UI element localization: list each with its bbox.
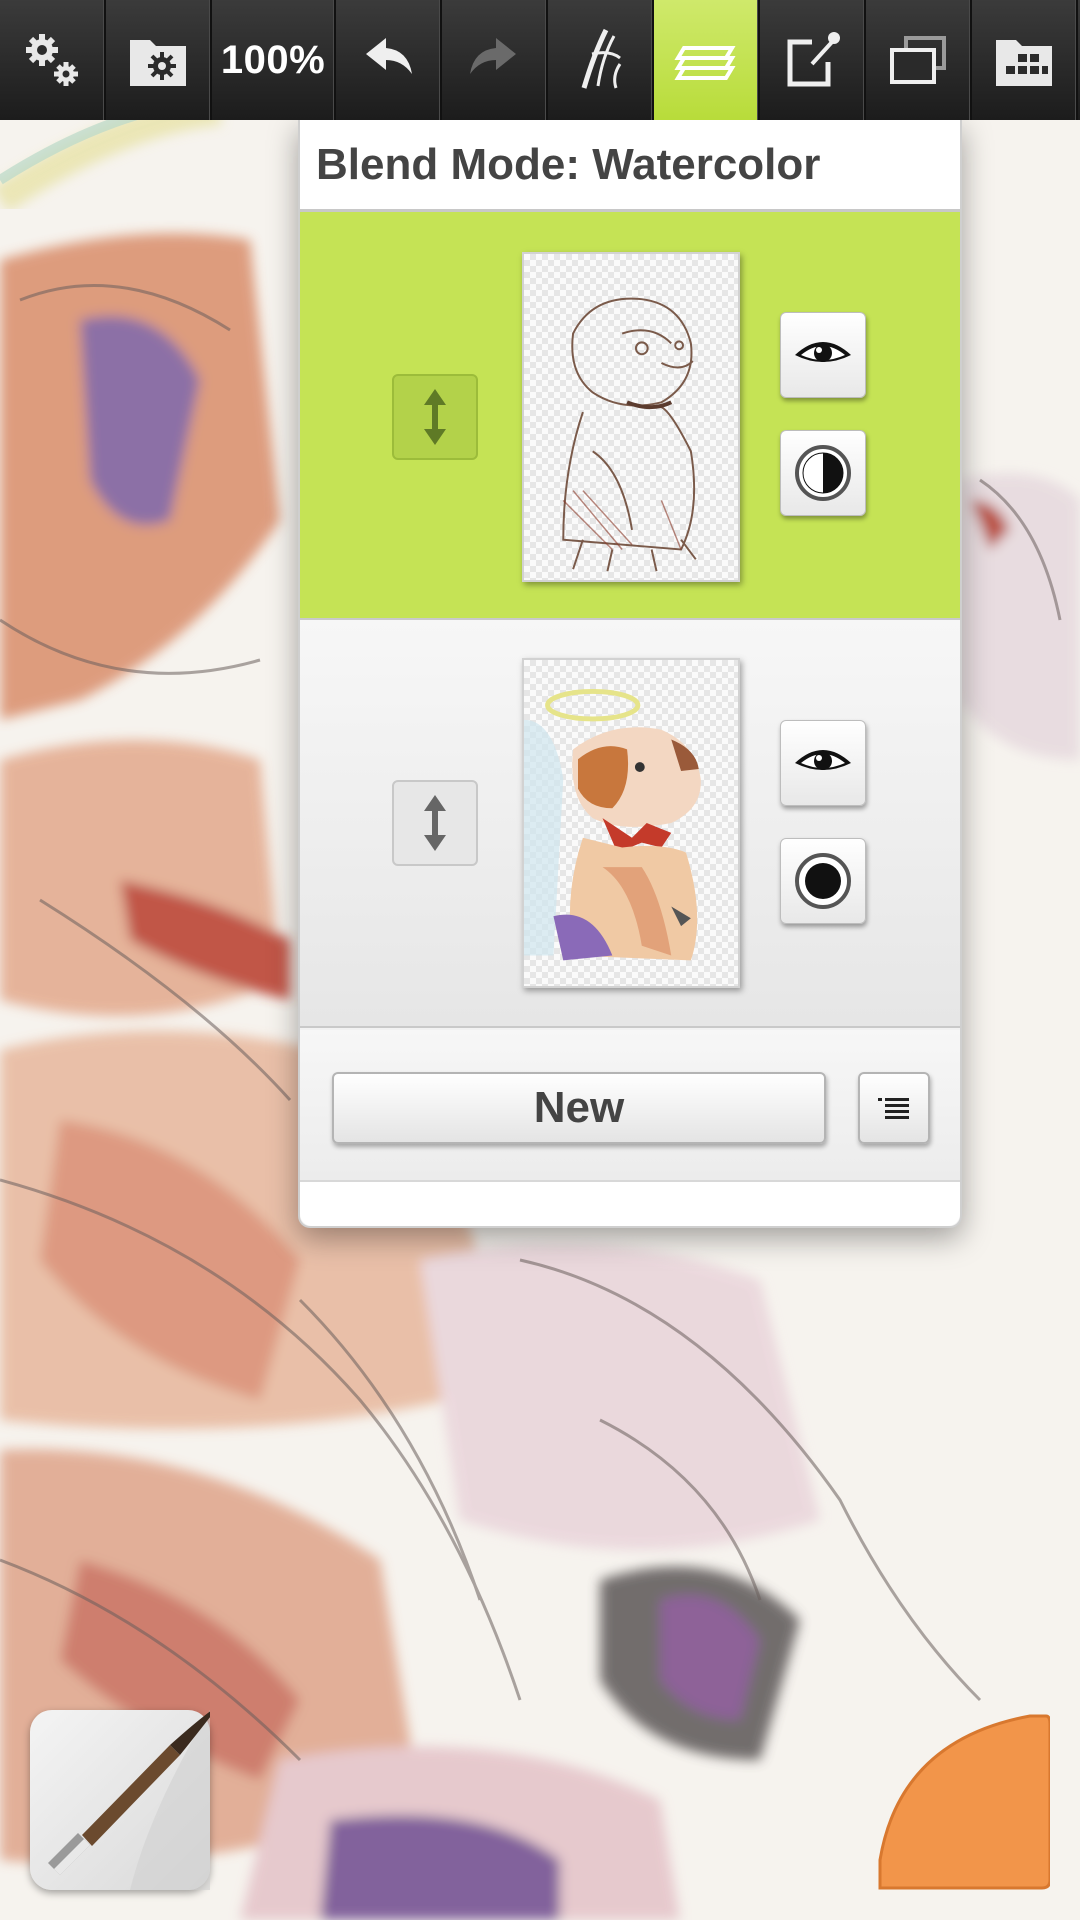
undo-arrow-icon: [366, 38, 412, 74]
layers-panel-footer: New: [300, 1030, 960, 1180]
layer-visibility-toggle[interactable]: [780, 312, 866, 398]
layer-thumbnail-sketch[interactable]: [522, 252, 740, 582]
new-layer-button[interactable]: New: [332, 1072, 826, 1144]
layer-reorder-handle[interactable]: [392, 374, 478, 460]
folder-gear-icon: [130, 40, 186, 86]
layers-button[interactable]: [654, 0, 760, 120]
blend-mode-title[interactable]: Blend Mode: Watercolor: [300, 120, 960, 212]
layer-opacity-button[interactable]: [780, 838, 866, 924]
redo-arrow-icon: [470, 38, 516, 74]
zoom-level-label: 100%: [220, 37, 326, 82]
layer-row-paint[interactable]: [300, 620, 960, 1028]
layer-opacity-button[interactable]: [780, 430, 866, 516]
color-picker-button[interactable]: [870, 1710, 1052, 1890]
export-button[interactable]: [760, 0, 866, 120]
panel-bottom-edge: [300, 1180, 960, 1226]
dog-painting-thumbnail: [524, 689, 701, 961]
layer-visibility-toggle[interactable]: [780, 720, 866, 806]
canvas-windows-icon: [890, 36, 946, 84]
full-circle-icon: [795, 853, 851, 909]
drag-arrows-icon: [424, 389, 446, 445]
layer-menu-button[interactable]: [858, 1072, 930, 1144]
folder-grid-icon: [996, 40, 1052, 86]
undo-button[interactable]: [336, 0, 442, 120]
layers-icon: [674, 46, 736, 80]
drag-arrows-icon: [424, 795, 446, 851]
gallery-button[interactable]: [106, 0, 212, 120]
share-edit-icon: [787, 32, 840, 87]
zoom-level-button[interactable]: 100%: [212, 0, 336, 120]
layer-thumbnail-paint[interactable]: [522, 658, 740, 988]
color-swatch-icon: [878, 1714, 1052, 1890]
layer-row-sketch[interactable]: [300, 212, 960, 620]
eye-icon: [795, 342, 851, 362]
paintbrush-icon: [48, 1704, 220, 1890]
brush-stroke-icon: [581, 28, 622, 89]
brush-tools-button[interactable]: [548, 0, 654, 120]
layer-reorder-handle[interactable]: [392, 780, 478, 866]
top-toolbar: 100%: [0, 0, 1080, 120]
canvas-button[interactable]: [866, 0, 972, 120]
dog-sketch-thumbnail: [562, 297, 697, 572]
settings-button[interactable]: [0, 0, 106, 120]
list-menu-icon: [878, 1098, 909, 1119]
eye-icon: [795, 750, 851, 770]
gears-icon: [26, 34, 78, 86]
half-circle-icon: [795, 445, 851, 501]
brush-selector-button[interactable]: [30, 1704, 220, 1890]
layers-panel: Blend Mode: Watercolor New: [298, 120, 962, 1228]
reference-button[interactable]: [972, 0, 1078, 120]
redo-button[interactable]: [442, 0, 548, 120]
